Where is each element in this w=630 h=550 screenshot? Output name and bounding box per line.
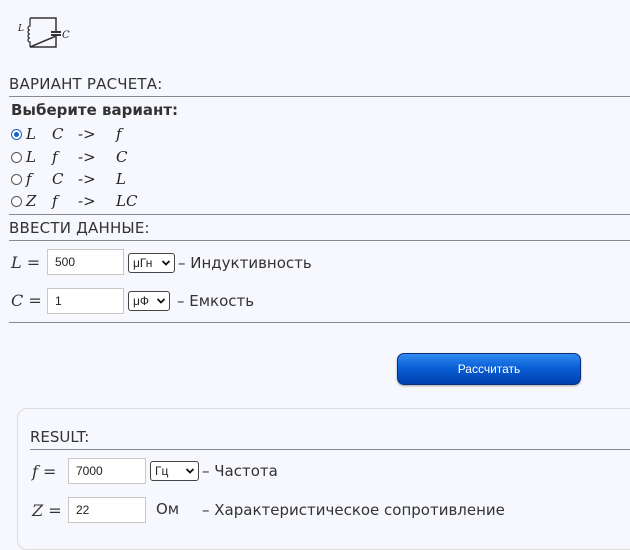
variant-option-lf-c[interactable]: L f -> C <box>11 147 127 167</box>
variant-section-title: ВАРИАНТ РАСЧЕТА: <box>9 75 163 93</box>
frequency-output[interactable]: 7000 <box>68 458 146 484</box>
inductance-unit-select[interactable]: μГн <box>128 253 175 273</box>
variant-prompt: Выберите вариант: <box>11 101 179 119</box>
impedance-output[interactable]: 22 <box>68 497 146 523</box>
capacitance-symbol: C = <box>11 291 42 310</box>
inductance-description: – Индуктивность <box>178 254 312 272</box>
inductor-label: L <box>18 24 24 34</box>
radio-button[interactable] <box>11 128 22 140</box>
divider <box>9 322 630 323</box>
variant-option-lc-f[interactable]: L C -> f <box>11 124 122 144</box>
radio-button[interactable] <box>11 173 22 185</box>
capacitance-description: – Емкость <box>177 292 255 310</box>
capacitance-input[interactable]: 1 <box>47 288 124 314</box>
variant-option-fc-l[interactable]: f C -> L <box>11 169 126 189</box>
chevron-down-icon <box>185 468 195 474</box>
frequency-description: – Частота <box>202 462 278 480</box>
divider <box>30 449 630 450</box>
radio-button[interactable] <box>11 151 22 163</box>
impedance-symbol: Z = <box>32 501 62 520</box>
variant-option-zf-lc[interactable]: Z f -> LC <box>11 191 137 211</box>
chevron-down-icon <box>161 260 171 266</box>
calculate-button[interactable]: Рассчитать <box>397 353 581 385</box>
divider <box>9 214 630 215</box>
result-title: RESULT: <box>30 428 90 446</box>
impedance-description: – Характеристическое сопротивление <box>202 501 505 519</box>
frequency-symbol: f = <box>32 462 57 481</box>
capacitor-label: C <box>62 30 70 41</box>
divider <box>9 96 630 97</box>
radio-button[interactable] <box>11 195 22 207</box>
chevron-down-icon <box>156 298 166 304</box>
divider <box>9 240 630 241</box>
inductance-symbol: L = <box>11 253 41 272</box>
impedance-unit: Ом <box>156 500 180 518</box>
frequency-unit-select[interactable]: Гц <box>150 461 199 481</box>
input-section-title: ВВЕСТИ ДАННЫЕ: <box>9 219 150 237</box>
inductance-input[interactable]: 500 <box>47 249 124 275</box>
capacitance-unit-select[interactable]: μФ <box>128 291 170 311</box>
lc-circuit-icon: L C <box>18 14 72 50</box>
